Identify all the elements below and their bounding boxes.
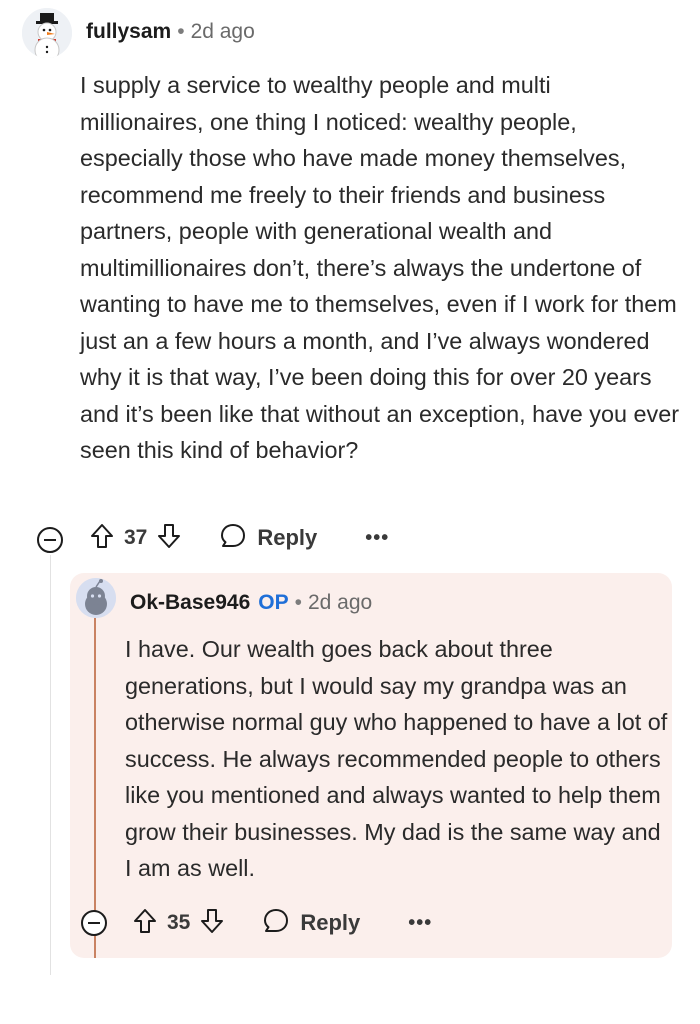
comment-body: I supply a service to wealthy people and…	[80, 72, 680, 463]
vote-group: 35	[133, 908, 224, 939]
downvote-icon[interactable]	[157, 523, 181, 554]
comment-actions: 37 Reply •••	[90, 518, 389, 558]
op-badge: OP	[258, 591, 289, 614]
upvote-icon[interactable]	[133, 908, 157, 939]
reply-bubble-icon	[262, 907, 290, 940]
meta-separator: •	[294, 591, 302, 614]
comment-username[interactable]: fullysam	[86, 20, 171, 43]
comment-age: 2d ago	[190, 20, 255, 43]
snowman-avatar-icon[interactable]	[22, 8, 72, 58]
reply-actions: 35 Reply •••	[133, 903, 432, 943]
comment-meta: fullysam • 2d ago	[86, 18, 255, 46]
reply-button[interactable]: Reply	[219, 522, 317, 555]
downvote-icon[interactable]	[200, 908, 224, 939]
reply-label: Reply	[300, 910, 361, 935]
reply-body: I have. Our wealth goes back about three…	[125, 636, 668, 881]
snoo-avatar-icon[interactable]	[76, 578, 116, 618]
reply-meta: Ok-Base946 OP • 2d ago	[130, 589, 372, 617]
more-options-button[interactable]: •••	[365, 527, 389, 550]
reply-age: 2d ago	[307, 591, 373, 614]
vote-count: 35	[167, 911, 191, 934]
collapse-icon[interactable]	[81, 910, 107, 936]
reply-bubble-icon	[219, 522, 247, 555]
more-options-button[interactable]: •••	[408, 912, 432, 935]
thread-line	[50, 555, 51, 975]
reply-label: Reply	[257, 525, 318, 550]
reply-button[interactable]: Reply	[262, 907, 360, 940]
meta-separator: •	[177, 20, 185, 43]
upvote-icon[interactable]	[90, 523, 114, 554]
vote-group: 37	[90, 523, 181, 554]
reply-thread-line	[94, 618, 96, 958]
vote-count: 37	[124, 526, 148, 549]
collapse-icon[interactable]	[37, 527, 63, 553]
reply-username[interactable]: Ok-Base946	[130, 591, 250, 614]
